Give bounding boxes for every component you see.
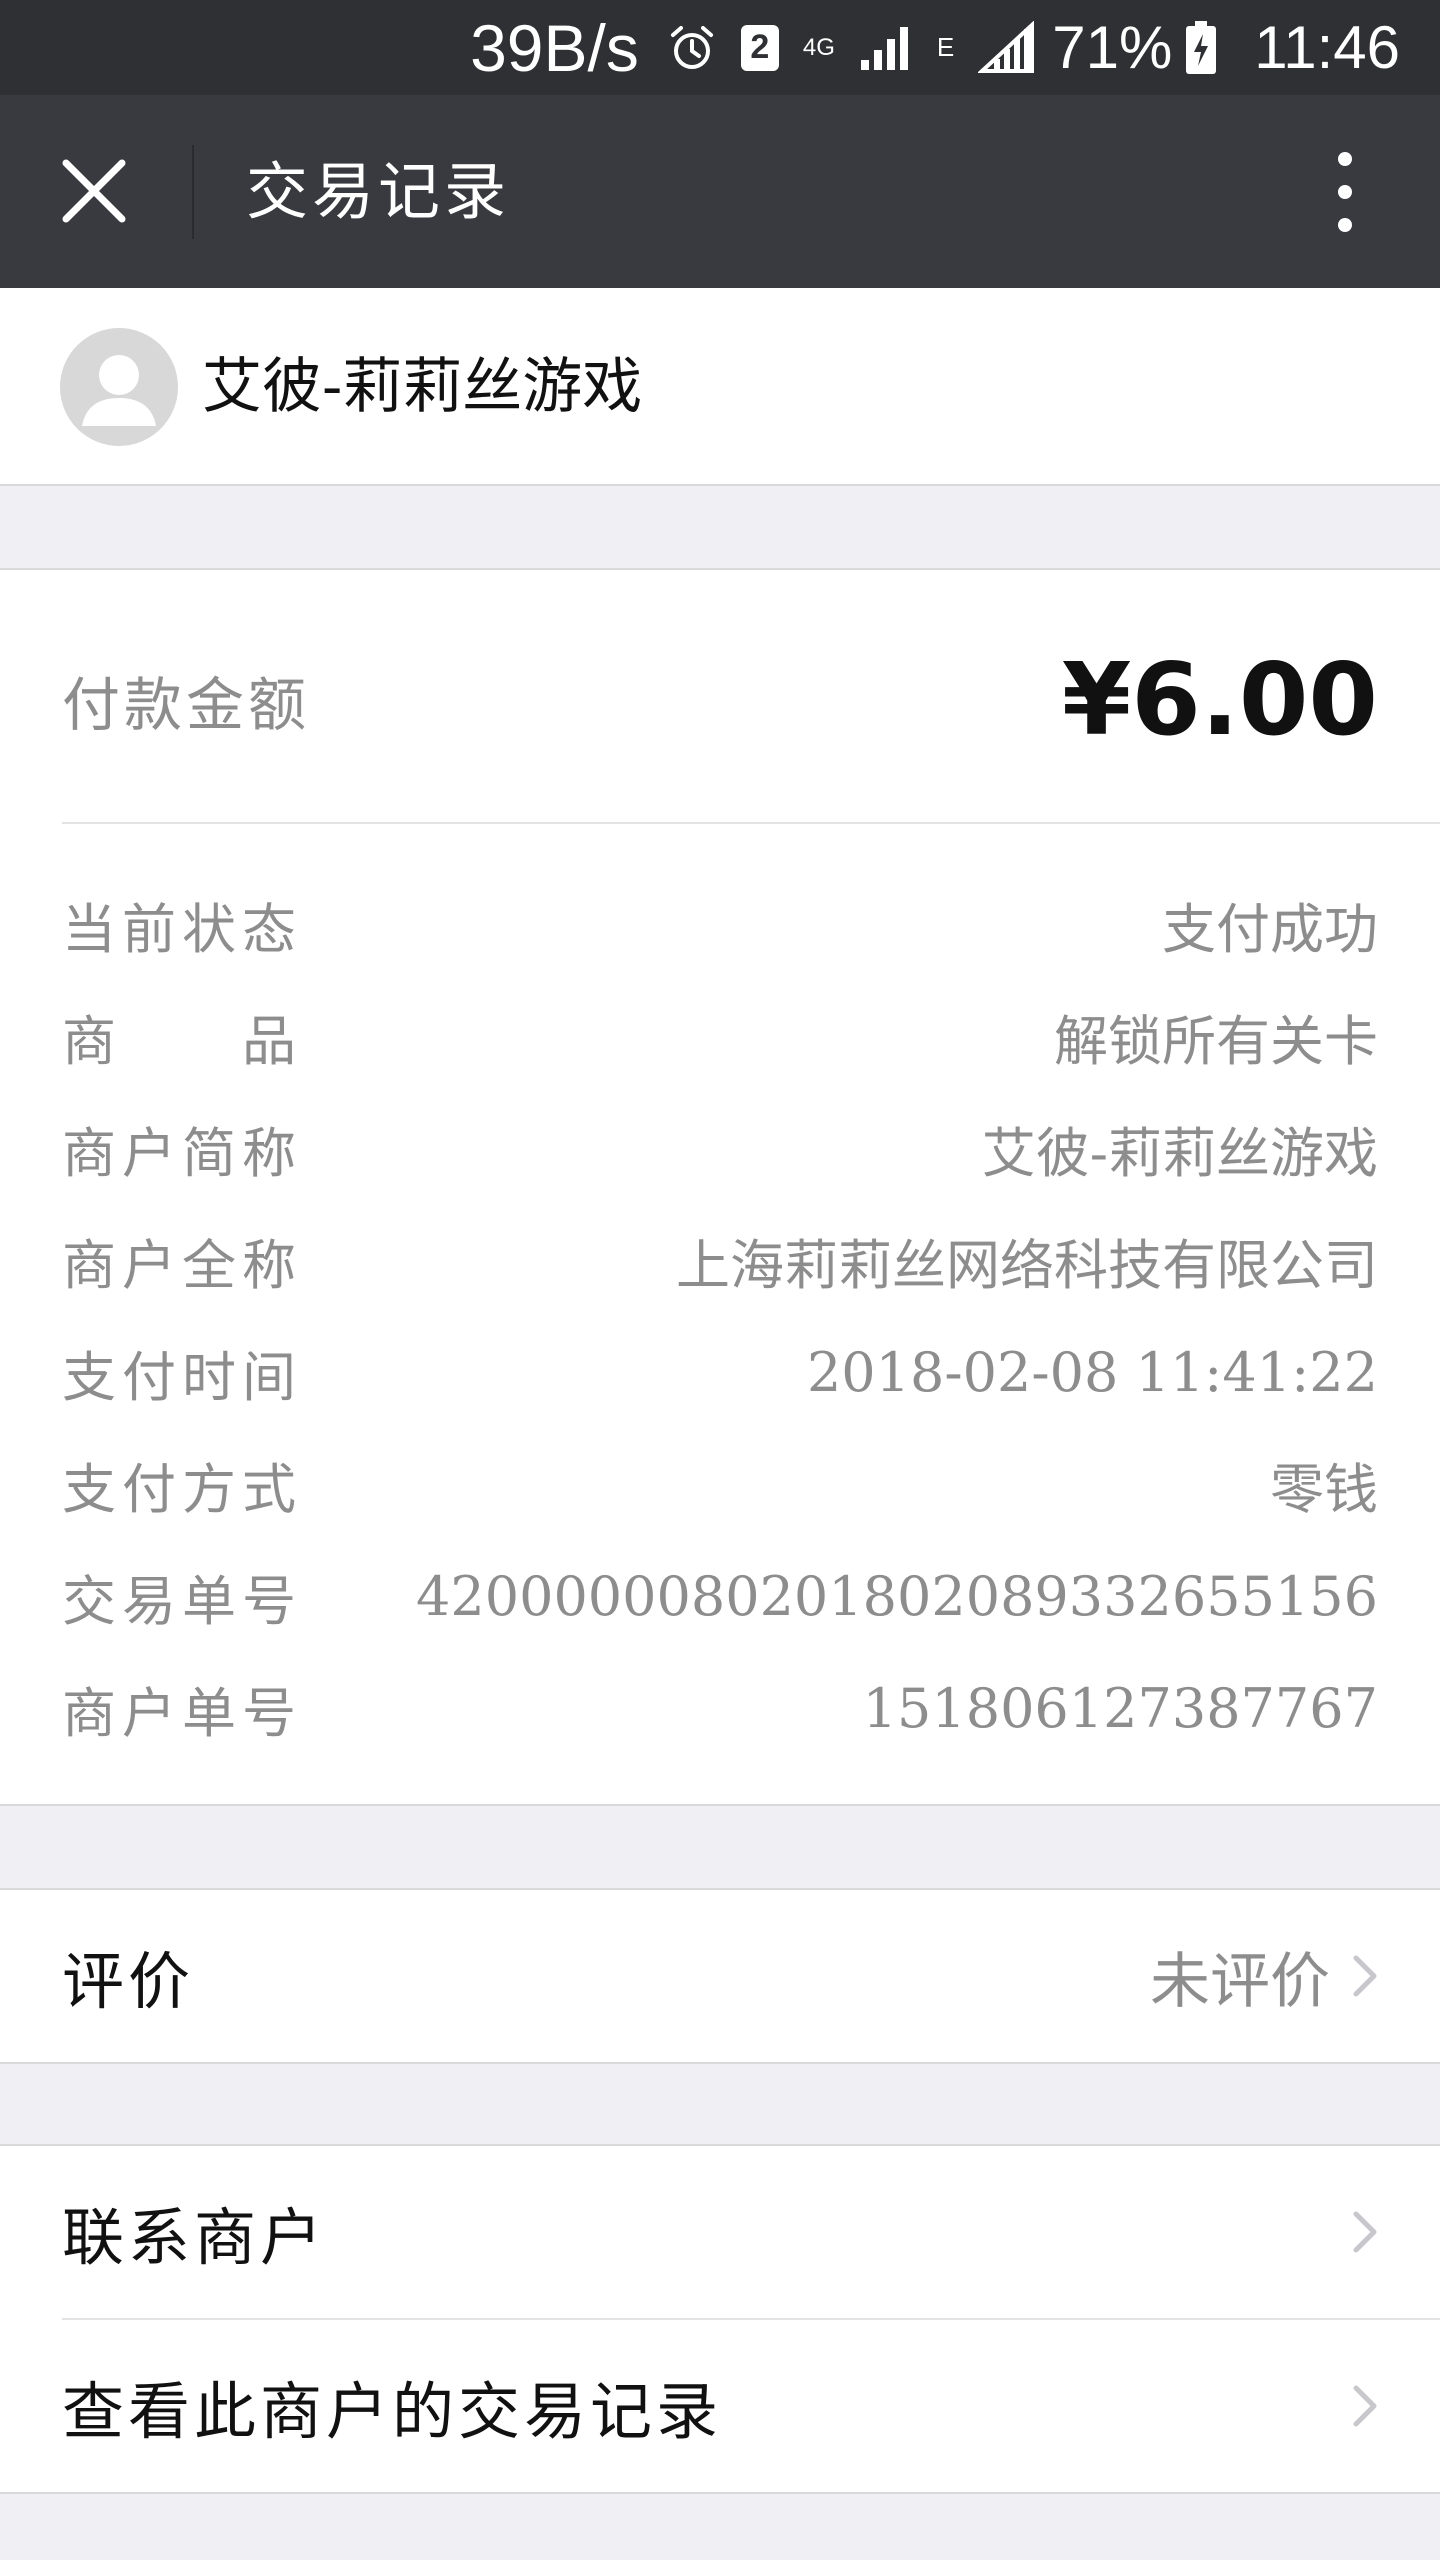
- detail-value: 解锁所有关卡: [1054, 1009, 1378, 1073]
- detail-row-pay-method: 支付方式 零钱: [62, 1428, 1378, 1540]
- page-title: 交易记录: [246, 155, 511, 228]
- merchant-history-right: [1352, 2384, 1378, 2428]
- detail-label: 商户简称: [62, 1121, 302, 1185]
- alarm-icon: [667, 23, 717, 73]
- review-title: 评价: [62, 1945, 195, 2018]
- network-speed: 39B/s: [470, 10, 639, 85]
- more-vertical-icon[interactable]: [1320, 147, 1370, 237]
- nav-bar: 交易记录: [0, 95, 1440, 288]
- signal-icon: [859, 24, 913, 72]
- nav-divider: [192, 145, 194, 239]
- contact-merchant-label: 联系商户: [62, 2201, 327, 2274]
- review-right: 未评价: [1150, 1933, 1378, 2020]
- actions-card: 联系商户 查看此商户的交易记录: [0, 2144, 1440, 2494]
- signal-full-icon: [978, 20, 1036, 75]
- detail-row-transaction-id: 交易单号 4200000080201802089332655156: [62, 1540, 1378, 1652]
- detail-value: 零钱: [1270, 1457, 1378, 1521]
- battery-charging-icon: [1184, 20, 1218, 76]
- transaction-detail-card: 付款金额 ¥6.00 当前状态 支付成功 商 品 解锁所有关卡 商户简称 艾彼-…: [0, 568, 1440, 1806]
- amount-value: ¥6.00: [1061, 641, 1378, 758]
- sim-2-icon: 2: [740, 24, 779, 71]
- detail-row-status: 当前状态 支付成功: [62, 868, 1378, 980]
- detail-value: 2018-02-08 11:41:22: [806, 1340, 1378, 1404]
- detail-row-merchant-full: 商户全称 上海莉莉丝网络科技有限公司: [62, 1204, 1378, 1316]
- merchant-history-label: 查看此商户的交易记录: [62, 2375, 723, 2448]
- chevron-right-icon: [1353, 1955, 1377, 1997]
- detail-value: 151806127387767: [862, 1676, 1378, 1740]
- chevron-right-icon: [1353, 2211, 1377, 2253]
- merchant-history-cell[interactable]: 查看此商户的交易记录: [62, 2320, 1378, 2492]
- detail-value: 4200000080201802089332655156: [416, 1564, 1378, 1628]
- detail-row-merchant-order-id: 商户单号 151806127387767: [62, 1652, 1378, 1764]
- clock: 11:46: [1254, 14, 1400, 81]
- status-bar: 39B/s 2 4G E 71% 11:46: [0, 0, 1440, 95]
- review-card: 评价 未评价: [0, 1888, 1440, 2064]
- detail-label: 支付时间: [62, 1345, 302, 1409]
- detail-value: 支付成功: [1162, 897, 1378, 961]
- review-status: 未评价: [1150, 1946, 1330, 2017]
- detail-label: 交易单号: [62, 1569, 302, 1633]
- network-4g-icon: 4G: [802, 33, 835, 61]
- detail-value: 上海莉莉丝网络科技有限公司: [676, 1233, 1378, 1297]
- amount-divider: [62, 822, 1440, 824]
- merchant-name: 艾彼-莉莉丝游戏: [202, 352, 643, 422]
- detail-row-product: 商 品 解锁所有关卡: [62, 980, 1378, 1092]
- detail-label: 当前状态: [62, 897, 302, 961]
- detail-label: 支付方式: [62, 1457, 302, 1521]
- contact-merchant-right: [1352, 2210, 1378, 2254]
- chevron-right-icon: [1353, 2385, 1377, 2427]
- review-cell[interactable]: 评价 未评价: [62, 1890, 1378, 2062]
- contact-merchant-cell[interactable]: 联系商户: [62, 2146, 1378, 2318]
- detail-value: 艾彼-莉莉丝游戏: [981, 1121, 1378, 1185]
- merchant-header[interactable]: 艾彼-莉莉丝游戏: [0, 288, 1440, 486]
- close-icon[interactable]: [58, 155, 130, 227]
- detail-label: 商 品: [62, 1009, 302, 1073]
- user-avatar-icon: [60, 328, 178, 446]
- detail-row-pay-time: 支付时间 2018-02-08 11:41:22: [62, 1316, 1378, 1428]
- detail-label: 商户单号: [62, 1681, 302, 1745]
- amount-label: 付款金额: [62, 671, 311, 739]
- battery-percent: 71%: [1052, 14, 1173, 81]
- detail-row-merchant-short: 商户简称 艾彼-莉莉丝游戏: [62, 1092, 1378, 1204]
- detail-label: 商户全称: [62, 1233, 302, 1297]
- e-network-icon: E: [936, 32, 955, 62]
